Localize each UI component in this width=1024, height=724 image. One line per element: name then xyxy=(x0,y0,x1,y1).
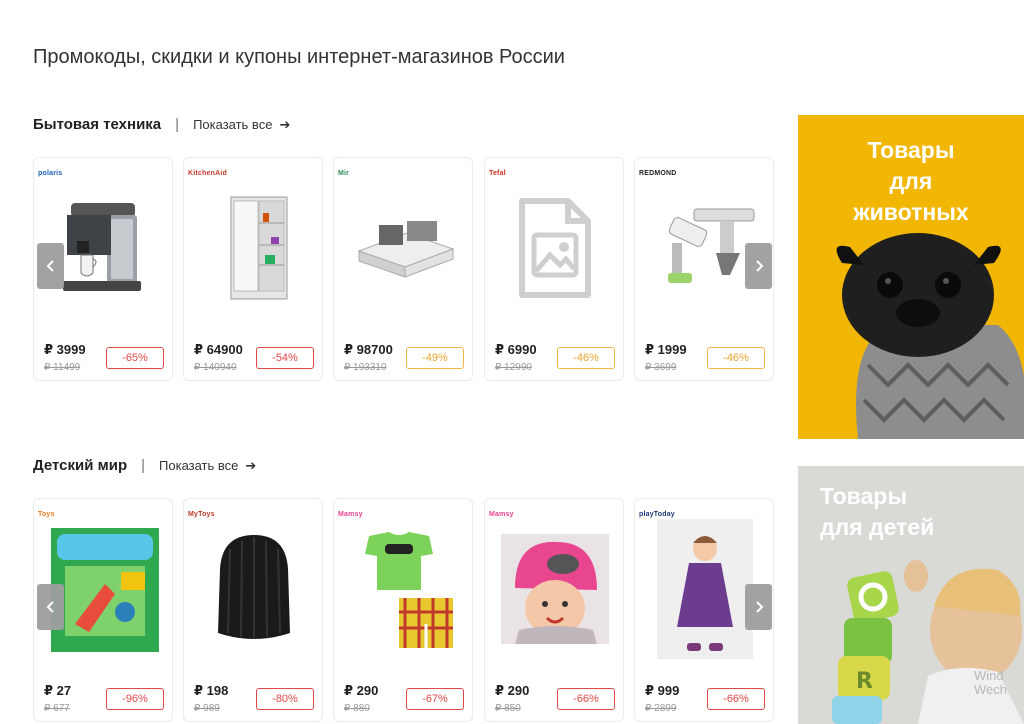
product-image xyxy=(342,188,466,308)
old-price: ₽ 193310 xyxy=(344,362,387,373)
brand-logo: Toys xyxy=(38,511,55,518)
page-title: Промокоды, скидки и купоны интернет-мага… xyxy=(33,46,565,68)
brand-logo: MyToys xyxy=(188,511,215,518)
product-card[interactable]: MyToys ₽ 198 ₽ 989 -80% xyxy=(183,498,323,722)
price: ₽ 27 xyxy=(44,683,72,698)
product-card[interactable]: KitchenAid ₽ 64900 ₽ 140940 -54% xyxy=(183,157,323,381)
chevron-right-icon xyxy=(755,601,763,613)
product-card[interactable]: Mir ₽ 98700 ₽ 193310 -49% xyxy=(333,157,473,381)
show-all-label: Показать все xyxy=(159,458,239,473)
carousel-next-button[interactable] xyxy=(745,584,772,630)
section-title: Детский мир xyxy=(33,457,128,474)
chevron-left-icon xyxy=(46,260,54,272)
carousel-prev-button[interactable] xyxy=(37,584,64,630)
old-price: ₽ 12990 xyxy=(495,362,532,373)
price: ₽ 98700 xyxy=(344,342,393,357)
old-price: ₽ 11499 xyxy=(44,362,81,373)
chevron-left-icon xyxy=(46,601,54,613)
price: ₽ 3999 xyxy=(44,342,86,357)
discount-badge: -46% xyxy=(557,347,615,369)
old-price: ₽ 850 xyxy=(495,703,521,714)
show-all-label: Показать все xyxy=(193,117,273,132)
promo-banner-pets[interactable]: Товары для животных xyxy=(798,115,1024,439)
arrow-right-icon: ➔ xyxy=(279,116,291,132)
price: ₽ 1999 xyxy=(645,342,687,357)
old-price: ₽ 3699 xyxy=(645,362,677,373)
discount-badge: -66% xyxy=(707,688,765,710)
product-image xyxy=(342,529,466,649)
section-header-appliances: Бытовая техника | Показать все ➔ xyxy=(33,116,290,133)
section-title: Бытовая техника xyxy=(33,116,162,133)
brand-logo: REDMOND xyxy=(639,170,677,177)
promo-banner-kids[interactable]: R Товары для детей Wind Wech xyxy=(798,466,1024,724)
discount-badge: -65% xyxy=(106,347,164,369)
brand-logo: KitchenAid xyxy=(188,170,227,177)
price: ₽ 290 xyxy=(495,683,530,698)
brand-logo: Mir xyxy=(338,170,350,177)
price: ₽ 64900 xyxy=(194,342,243,357)
section-header-kids: Детский мир | Показать все ➔ xyxy=(33,457,256,474)
arrow-right-icon: ➔ xyxy=(245,457,257,473)
carousel-appliances: polaris ₽ 3999 ₽ 11499 -65% KitchenAid ₽… xyxy=(33,157,775,381)
discount-badge: -67% xyxy=(406,688,464,710)
image-placeholder-icon xyxy=(493,188,617,308)
promo-title-kids: Товары для детей xyxy=(820,483,935,540)
carousel-kids: Toys ₽ 27 ₽ 677 -96% MyToys ₽ 198 ₽ 989 … xyxy=(33,498,775,722)
show-all-link[interactable]: Показать все ➔ xyxy=(159,458,256,474)
svg-text:R: R xyxy=(856,669,873,694)
old-price: ₽ 880 xyxy=(344,703,370,714)
discount-badge: -49% xyxy=(406,347,464,369)
chevron-right-icon xyxy=(755,260,763,272)
product-card[interactable]: Mamsy ₽ 290 ₽ 850 -66% xyxy=(484,498,624,722)
old-price: ₽ 140940 xyxy=(194,362,237,373)
carousel-prev-button[interactable] xyxy=(37,243,64,289)
discount-badge: -80% xyxy=(256,688,314,710)
product-image xyxy=(192,188,316,308)
price: ₽ 198 xyxy=(194,683,229,698)
old-price: ₽ 2899 xyxy=(645,703,677,714)
price: ₽ 290 xyxy=(344,683,379,698)
promo-title-pets: Товары для животных xyxy=(853,137,969,225)
price: ₽ 999 xyxy=(645,683,680,698)
price: ₽ 6990 xyxy=(495,342,537,357)
discount-badge: -46% xyxy=(707,347,765,369)
discount-badge: -96% xyxy=(106,688,164,710)
brand-logo: Tefal xyxy=(489,170,506,177)
brand-logo: Mamsy xyxy=(338,511,363,518)
brand-logo: Mamsy xyxy=(489,511,514,518)
product-image xyxy=(192,529,316,649)
divider: | xyxy=(175,116,180,133)
show-all-link[interactable]: Показать все ➔ xyxy=(193,117,290,133)
product-card[interactable]: Mamsy ₽ 290 ₽ 880 -67% xyxy=(333,498,473,722)
old-price: ₽ 677 xyxy=(44,703,70,714)
discount-badge: -66% xyxy=(557,688,615,710)
os-watermark: Wind Wech xyxy=(974,668,1007,697)
carousel-next-button[interactable] xyxy=(745,243,772,289)
discount-badge: -54% xyxy=(256,347,314,369)
old-price: ₽ 989 xyxy=(194,703,220,714)
product-card[interactable]: Tefal ₽ 6990 ₽ 12990 -46% xyxy=(484,157,624,381)
product-image xyxy=(493,529,617,649)
brand-logo: polaris xyxy=(38,170,63,177)
divider: | xyxy=(141,457,146,474)
